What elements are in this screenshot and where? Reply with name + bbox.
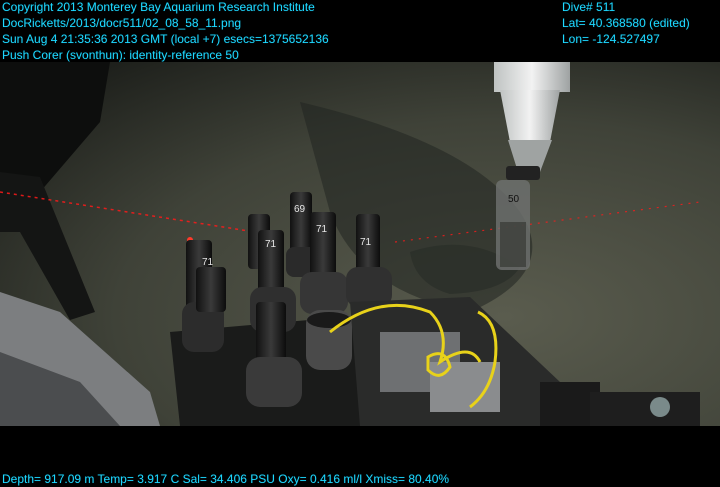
overlay-copyright: Copyright 2013 Monterey Bay Aquarium Res… <box>2 0 315 14</box>
overlay-annotation: Push Corer (svonthun): identity-referenc… <box>2 48 239 62</box>
video-frame: 69 71 71 71 71 50 Copyright 2013 Montere… <box>0 0 720 486</box>
tube-label: 50 <box>508 194 520 205</box>
overlay-top-left: Copyright 2013 Monterey Bay Aquarium Res… <box>2 0 329 63</box>
tube-label: 71 <box>265 239 277 250</box>
seafloor-scene: 69 71 71 71 71 50 <box>0 62 720 426</box>
overlay-longitude: Lon= -124.527497 <box>562 32 660 46</box>
overlay-latitude: Lat= 40.368580 (edited) <box>562 16 690 30</box>
push-core-tube <box>306 310 352 370</box>
tube-label: 71 <box>360 237 372 248</box>
overlay-dive-number: Dive# 511 <box>562 0 616 14</box>
tube-label: 69 <box>294 204 306 215</box>
overlay-timestamp: Sun Aug 4 21:35:36 2013 GMT (local +7) e… <box>2 32 329 46</box>
overlay-sensor-readout: Depth= 917.09 m Temp= 3.917 C Sal= 34.40… <box>2 472 450 486</box>
tube-label: 71 <box>202 257 214 268</box>
overlay-file-path: DocRicketts/2013/docr511/02_08_58_11.png <box>2 16 242 30</box>
held-push-core: 50 <box>496 180 530 270</box>
overlay-top-right: Dive# 511 Lat= 40.368580 (edited) Lon= -… <box>562 0 690 47</box>
tube-label: 71 <box>316 224 328 235</box>
